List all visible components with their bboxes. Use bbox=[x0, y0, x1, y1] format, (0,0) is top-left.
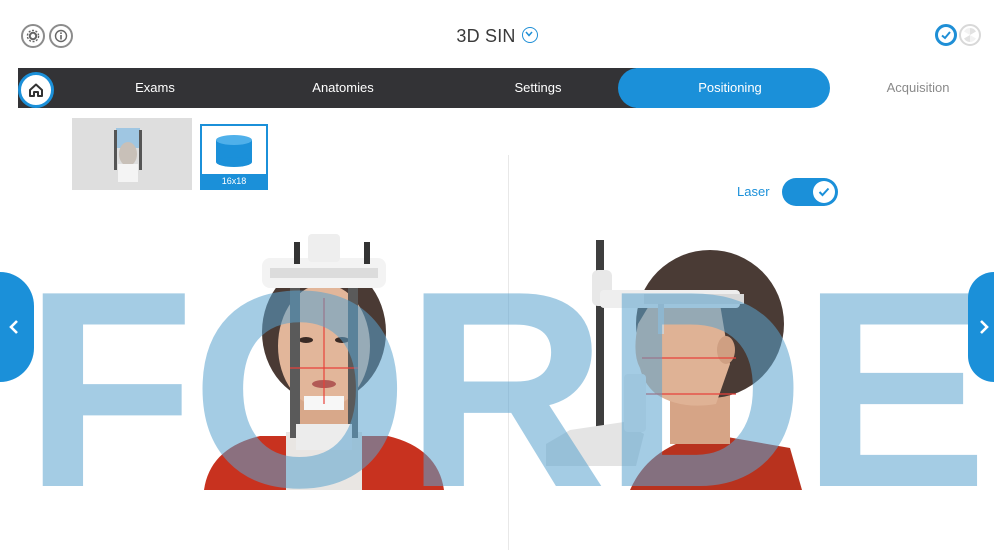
watermark: FORDE bbox=[24, 284, 984, 498]
tab-settings[interactable]: Settings bbox=[478, 68, 598, 108]
exam-title-text: 3D SIN bbox=[456, 26, 516, 46]
home-button[interactable] bbox=[18, 72, 54, 108]
next-button[interactable] bbox=[968, 272, 994, 382]
check-icon bbox=[818, 187, 830, 197]
previous-button[interactable] bbox=[0, 272, 34, 382]
tab-positioning[interactable]: Positioning bbox=[670, 68, 790, 108]
fov-cylinder-icon bbox=[216, 135, 252, 167]
chevron-right-icon bbox=[980, 320, 989, 334]
laser-toggle[interactable] bbox=[782, 178, 838, 206]
top-header: 3D SIN bbox=[0, 0, 994, 68]
workflow-navbar: Exams Anatomies Settings Positioning Acq… bbox=[0, 68, 994, 108]
watermark-text: FORDE bbox=[24, 284, 984, 498]
check-circle-icon[interactable] bbox=[935, 24, 957, 46]
fov-thumbnail[interactable]: 16x18 bbox=[200, 124, 268, 190]
laser-toggle-knob bbox=[813, 181, 835, 203]
exam-title[interactable]: 3D SIN bbox=[0, 26, 994, 47]
fov-size-label: 16x18 bbox=[202, 174, 266, 188]
tab-anatomies[interactable]: Anatomies bbox=[283, 68, 403, 108]
tab-exams[interactable]: Exams bbox=[100, 68, 210, 108]
patient-mini-image bbox=[114, 128, 142, 182]
home-icon bbox=[29, 83, 43, 97]
laser-label: Laser bbox=[737, 184, 770, 199]
chevron-down-icon[interactable] bbox=[521, 27, 538, 44]
radiation-icon bbox=[959, 24, 981, 46]
chevron-left-icon bbox=[9, 320, 18, 334]
tab-acquisition[interactable]: Acquisition bbox=[858, 68, 978, 108]
patient-position-thumbnail[interactable] bbox=[72, 118, 192, 190]
